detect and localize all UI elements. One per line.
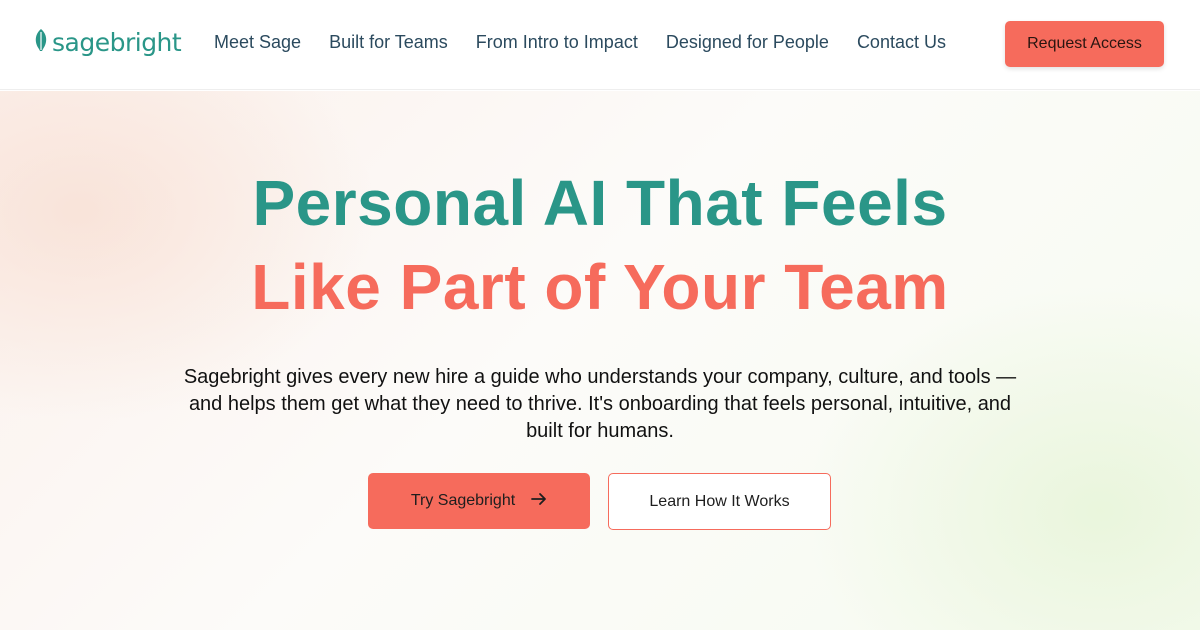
- nav-link-intro-to-impact[interactable]: From Intro to Impact: [476, 32, 638, 53]
- top-navbar: sagebright Meet Sage Built for Teams Fro…: [0, 0, 1200, 90]
- arrow-right-icon: [531, 492, 547, 511]
- nav-link-contact-us[interactable]: Contact Us: [857, 32, 946, 53]
- brand-name: sagebright: [52, 28, 182, 57]
- logo-link[interactable]: sagebright: [34, 28, 182, 57]
- nav-link-designed-for-people[interactable]: Designed for People: [666, 32, 829, 53]
- hero-headline-line2: Like Part of Your Team: [251, 251, 949, 323]
- leaf-icon: [34, 28, 48, 57]
- hero-headline-line1: Personal AI That Feels: [252, 167, 948, 239]
- nav-links: Meet Sage Built for Teams From Intro to …: [214, 32, 946, 53]
- nav-link-built-for-teams[interactable]: Built for Teams: [329, 32, 448, 53]
- request-access-button[interactable]: Request Access: [1005, 21, 1164, 67]
- try-sagebright-label: Try Sagebright: [410, 492, 516, 509]
- nav-link-meet-sage[interactable]: Meet Sage: [214, 32, 301, 53]
- learn-how-it-works-button[interactable]: Learn How It Works: [608, 473, 831, 530]
- hero-subtext: Sagebright gives every new hire a guide …: [183, 366, 1017, 442]
- try-sagebright-button[interactable]: Try Sagebright: [368, 473, 590, 529]
